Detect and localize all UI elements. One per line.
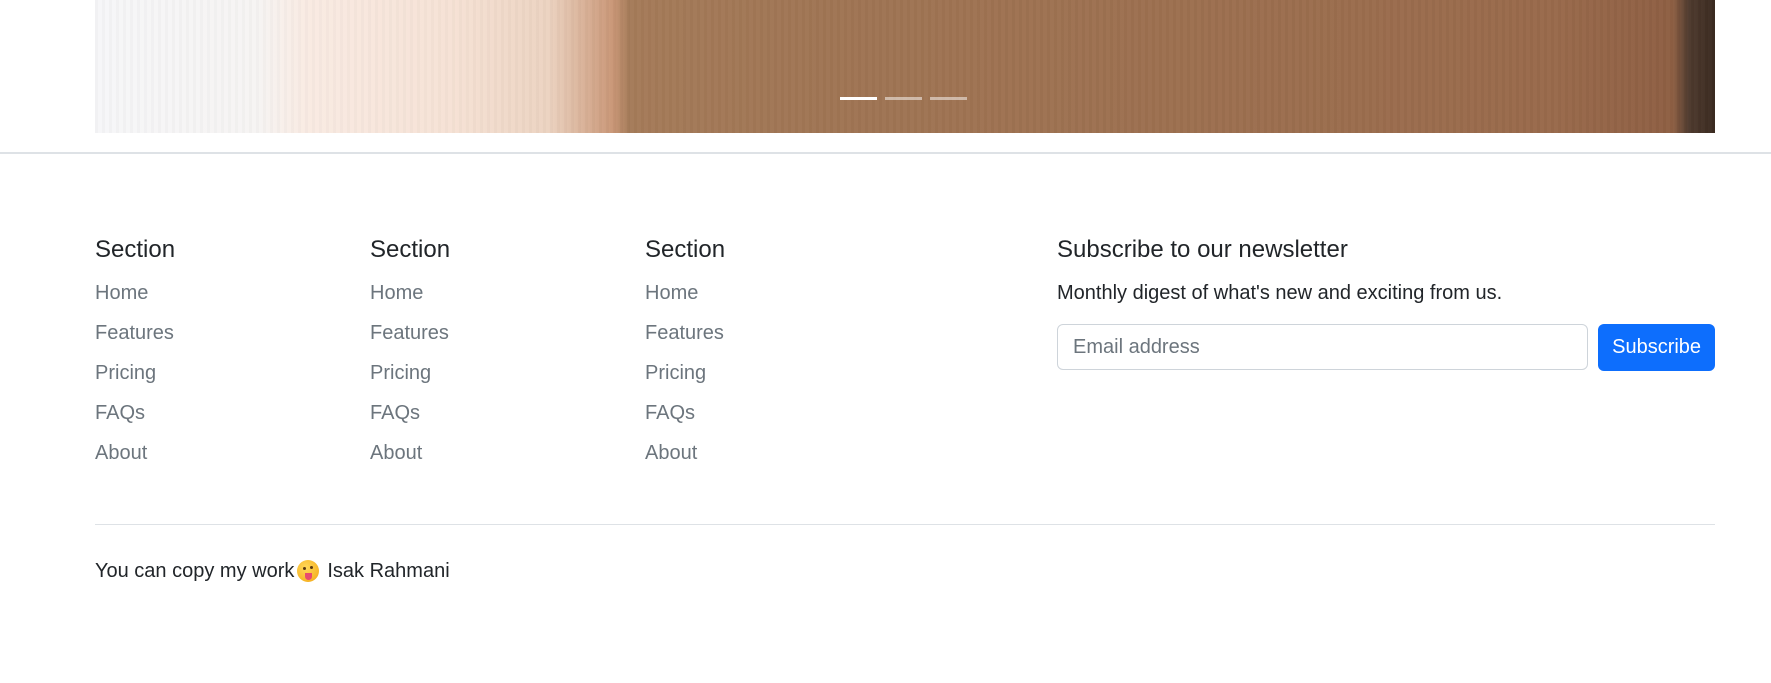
nav-item: About (370, 442, 450, 482)
nav-item: Home (645, 282, 725, 322)
nav-item: Pricing (95, 362, 175, 402)
hero-carousel-image (95, 0, 1715, 133)
newsletter-title: Subscribe to our newsletter (1057, 236, 1348, 263)
footer-nav-list: Home Features Pricing FAQs About (95, 282, 175, 482)
footer-column-3: Section Home Features Pricing FAQs About (645, 232, 725, 482)
nav-link-features[interactable]: Features (95, 322, 174, 344)
newsletter-description: Monthly digest of what's new and excitin… (1057, 282, 1503, 304)
email-input[interactable] (1057, 324, 1589, 370)
nav-item: FAQs (370, 402, 450, 442)
nav-item: Features (95, 322, 175, 362)
nav-link-pricing[interactable]: Pricing (370, 362, 431, 384)
nav-link-pricing[interactable]: Pricing (95, 362, 156, 384)
footer-column-title: Section (370, 236, 451, 263)
nav-link-about[interactable]: About (95, 442, 147, 464)
nav-link-faqs[interactable]: FAQs (95, 402, 145, 424)
carousel-indicator-2[interactable] (885, 97, 922, 100)
nav-link-home[interactable]: Home (370, 282, 423, 304)
nav-link-faqs[interactable]: FAQs (370, 402, 420, 424)
subscribe-row: Subscribe (1057, 324, 1715, 371)
section-divider (0, 152, 1771, 154)
nav-link-home[interactable]: Home (95, 282, 148, 304)
nav-item: About (645, 442, 725, 482)
nav-link-pricing[interactable]: Pricing (645, 362, 706, 384)
subscribe-button[interactable]: Subscribe (1598, 324, 1715, 371)
nav-link-about[interactable]: About (645, 442, 697, 464)
nav-link-features[interactable]: Features (645, 322, 724, 344)
carousel-indicator-1[interactable] (840, 97, 877, 100)
copyright-text: You can copy my work (95, 560, 295, 582)
nav-item: Pricing (370, 362, 450, 402)
nav-link-home[interactable]: Home (645, 282, 698, 304)
winking-face-with-tongue-icon (297, 560, 320, 582)
footer-divider (95, 524, 1715, 525)
nav-item: About (95, 442, 175, 482)
nav-link-about[interactable]: About (370, 442, 422, 464)
nav-item: FAQs (645, 402, 725, 442)
footer-nav-list: Home Features Pricing FAQs About (370, 282, 450, 482)
nav-link-faqs[interactable]: FAQs (645, 402, 695, 424)
nav-item: Features (645, 322, 725, 362)
nav-item: Home (95, 282, 175, 322)
footer-column-2: Section Home Features Pricing FAQs About (370, 232, 450, 482)
nav-link-features[interactable]: Features (370, 322, 449, 344)
footer-column-title: Section (95, 236, 176, 263)
newsletter-form: Subscribe to our newsletter Monthly dige… (1057, 232, 1715, 371)
nav-item: Pricing (645, 362, 725, 402)
author-name: Isak Rahmani (327, 560, 450, 582)
carousel-indicators (840, 97, 967, 100)
footer-column-title: Section (645, 236, 726, 263)
copyright-line: You can copy my work Isak Rahmani (95, 559, 450, 583)
nav-item: Home (370, 282, 450, 322)
nav-item: Features (370, 322, 450, 362)
footer-column-1: Section Home Features Pricing FAQs About (95, 232, 175, 482)
footer-nav-list: Home Features Pricing FAQs About (645, 282, 725, 482)
nav-item: FAQs (95, 402, 175, 442)
carousel-indicator-3[interactable] (930, 97, 967, 100)
